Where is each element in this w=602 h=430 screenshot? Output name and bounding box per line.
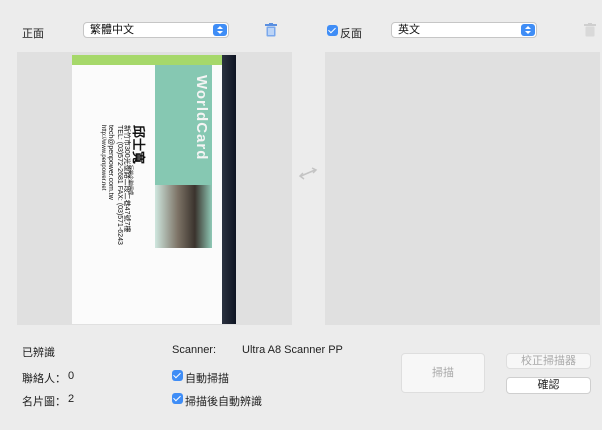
auto-recognize-checkbox[interactable] [172, 393, 183, 404]
cards-value: 2 [68, 393, 75, 405]
trash-icon [584, 23, 596, 37]
cards-label: 名片圖： [22, 396, 66, 408]
card-photo [155, 185, 212, 248]
front-language-select[interactable]: 繁體中文 [83, 22, 229, 38]
card-email: tech@penpower.com.tw [107, 125, 114, 200]
swap-icon[interactable] [298, 166, 318, 180]
scan-button[interactable]: 掃描 [401, 353, 485, 393]
chevron-updown-icon [213, 24, 227, 36]
trash-icon[interactable] [265, 23, 277, 37]
front-card-image: WorldCard 邱士寬 行銷企劃經理 新竹市300光復路二段二巷47號7樓 … [72, 55, 236, 324]
auto-scan-label: 自動掃描 [185, 373, 229, 385]
back-language-select[interactable]: 英文 [391, 22, 537, 38]
auto-scan-checkbox[interactable] [172, 370, 183, 381]
calibrate-scanner-button[interactable]: 校正掃描器 [506, 353, 591, 369]
card-address: 新竹市300光復路二段二巷47號7樓 [123, 125, 130, 233]
front-language-value: 繁體中文 [90, 24, 134, 36]
contacts-value: 0 [68, 370, 75, 382]
chevron-updown-icon [521, 24, 535, 36]
confirm-button[interactable]: 確認 [506, 377, 591, 394]
contacts-label: 聯絡人： [22, 373, 66, 385]
back-checkbox[interactable] [327, 25, 338, 36]
back-label: 反面 [340, 28, 362, 40]
card-tel: TEL: (03)572-2681 FAX: (03)571-6243 [116, 125, 123, 245]
scanner-name: Ultra A8 Scanner PP [242, 344, 343, 356]
card-brand: WorldCard [193, 75, 210, 161]
back-preview-panel[interactable] [325, 52, 600, 325]
card-name: 邱士寬 [131, 125, 146, 165]
card-green-stripe [72, 55, 236, 65]
auto-recognize-label: 掃描後自動辨識 [185, 396, 262, 408]
scanner-label: Scanner: [172, 344, 217, 356]
card-scan-edge [222, 55, 236, 324]
front-label: 正面 [22, 28, 44, 40]
back-language-value: 英文 [398, 24, 420, 36]
card-web: http://www.penpower.net [100, 125, 106, 191]
front-preview-panel[interactable]: WorldCard 邱士寬 行銷企劃經理 新竹市300光復路二段二巷47號7樓 … [17, 52, 292, 325]
recognized-label: 已辨識 [22, 347, 55, 359]
